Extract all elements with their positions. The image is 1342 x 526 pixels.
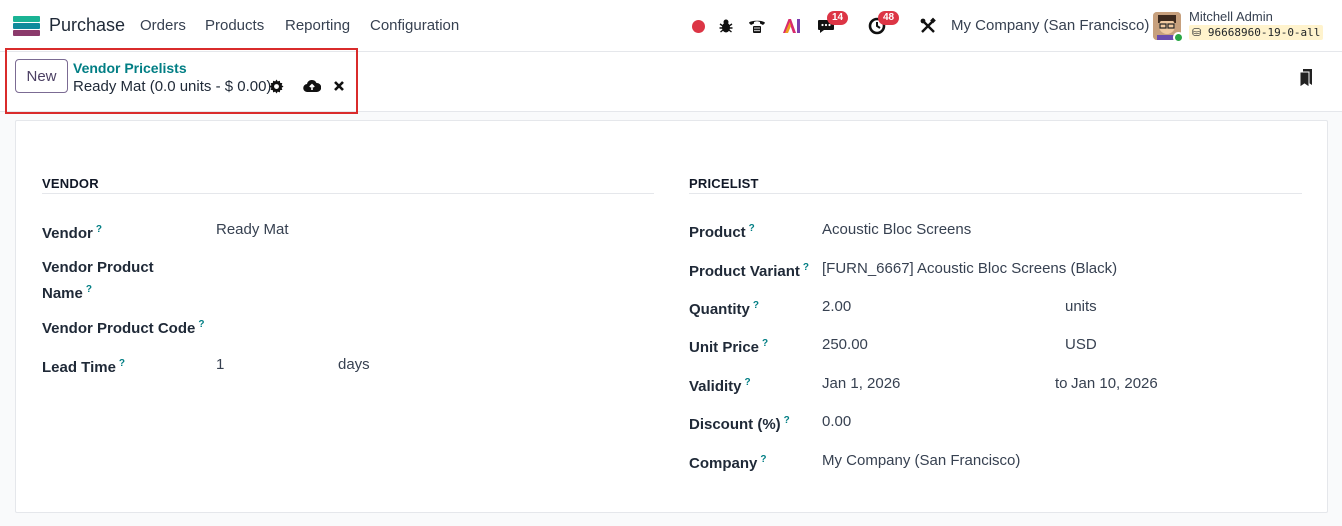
company-switcher[interactable]: My Company (San Francisco) xyxy=(951,17,1149,34)
section-vendor-title: VENDOR xyxy=(42,176,99,191)
help-icon[interactable]: ? xyxy=(119,358,125,369)
database-icon: ⛁ xyxy=(1192,26,1202,39)
online-status-dot xyxy=(1173,32,1184,43)
help-icon[interactable]: ? xyxy=(96,224,102,235)
breadcrumb-vendor-pricelists[interactable]: Vendor Pricelists xyxy=(73,60,187,76)
section-pricelist-divider xyxy=(689,193,1302,194)
app-name[interactable]: Purchase xyxy=(49,15,125,36)
clock-icon[interactable]: 48 xyxy=(867,11,900,36)
help-icon[interactable]: ? xyxy=(198,319,204,330)
bug-icon[interactable] xyxy=(716,16,736,36)
vendor-product-name-label: Vendor Product Name? xyxy=(42,259,154,302)
currency-field[interactable]: USD xyxy=(1065,334,1097,356)
vendor-product-code-field[interactable] xyxy=(216,314,616,336)
purchase-app-icon[interactable] xyxy=(13,16,40,36)
product-label: Product? xyxy=(689,223,755,241)
lead-time-label: Lead Time? xyxy=(42,358,126,376)
new-button[interactable]: New xyxy=(15,59,68,93)
user-name[interactable]: Mitchell Admin xyxy=(1189,9,1273,24)
validity-label: Validity? xyxy=(689,377,751,395)
vendor-field[interactable]: Ready Mat xyxy=(216,219,289,241)
lead-time-field[interactable]: 1 xyxy=(216,354,224,376)
help-icon[interactable]: ? xyxy=(803,262,809,273)
validity-start-field[interactable]: Jan 1, 2026 xyxy=(822,373,900,395)
record-title: Ready Mat (0.0 units - $ 0.00) xyxy=(73,78,272,95)
quantity-unit: units xyxy=(1065,298,1097,315)
validity-end-field[interactable]: Jan 10, 2026 xyxy=(1071,373,1158,395)
ai-icon[interactable] xyxy=(782,16,802,36)
database-chip: ⛁ 96668960-19-0-all xyxy=(1189,25,1324,40)
company-field[interactable]: My Company (San Francisco) xyxy=(822,450,1020,472)
help-icon[interactable]: ? xyxy=(86,284,92,295)
discount-field[interactable]: 0.00 xyxy=(822,411,851,433)
discount-label: Discount (%)? xyxy=(689,415,790,433)
menu-orders[interactable]: Orders xyxy=(140,17,186,34)
record-icon[interactable] xyxy=(688,16,708,36)
vendor-label: Vendor? xyxy=(42,224,102,242)
help-icon[interactable]: ? xyxy=(749,223,755,234)
help-icon[interactable]: ? xyxy=(762,338,768,349)
database-name: 96668960-19-0-all xyxy=(1207,26,1321,39)
menu-configuration[interactable]: Configuration xyxy=(370,17,459,34)
control-panel: New Vendor Pricelists Ready Mat (0.0 uni… xyxy=(0,48,1342,114)
gear-icon[interactable] xyxy=(268,78,284,94)
validity-to-label: to xyxy=(1055,375,1068,392)
phone-icon[interactable] xyxy=(747,16,767,36)
unit-price-label: Unit Price? xyxy=(689,338,769,356)
menu-reporting[interactable]: Reporting xyxy=(285,17,350,34)
help-icon[interactable]: ? xyxy=(753,300,759,311)
lead-time-unit: days xyxy=(338,356,370,373)
vendor-product-code-label: Vendor Product Code? xyxy=(42,319,205,337)
section-vendor-divider xyxy=(42,193,654,194)
user-avatar[interactable] xyxy=(1153,12,1184,43)
activity-count-badge: 48 xyxy=(878,11,900,25)
help-icon[interactable]: ? xyxy=(760,454,766,465)
chat-count-badge: 14 xyxy=(827,11,849,25)
bookmark-icon[interactable] xyxy=(1298,68,1314,88)
product-variant-field[interactable]: [FURN_6667] Acoustic Bloc Screens (Black… xyxy=(822,258,1117,280)
quantity-field[interactable]: 2.00 xyxy=(822,296,851,318)
help-icon[interactable]: ? xyxy=(745,377,751,388)
help-icon[interactable]: ? xyxy=(784,415,790,426)
unit-price-field[interactable]: 250.00 xyxy=(822,334,868,356)
section-pricelist-title: PRICELIST xyxy=(689,176,759,191)
discard-close-icon[interactable] xyxy=(331,78,347,94)
chat-icon[interactable]: 14 xyxy=(816,11,849,36)
menu-products[interactable]: Products xyxy=(205,17,264,34)
cloud-save-icon[interactable] xyxy=(302,78,322,94)
tools-icon[interactable] xyxy=(918,16,938,36)
form-sheet: VENDOR Vendor? Ready Mat Vendor Product N… xyxy=(15,120,1328,513)
vendor-product-name-field[interactable] xyxy=(216,257,616,279)
top-navbar: Purchase Orders Products Reporting Confi… xyxy=(0,0,1342,52)
quantity-label: Quantity? xyxy=(689,300,759,318)
product-field[interactable]: Acoustic Bloc Screens xyxy=(822,219,971,241)
product-variant-label: Product Variant? xyxy=(689,262,809,280)
company-label: Company? xyxy=(689,454,767,472)
